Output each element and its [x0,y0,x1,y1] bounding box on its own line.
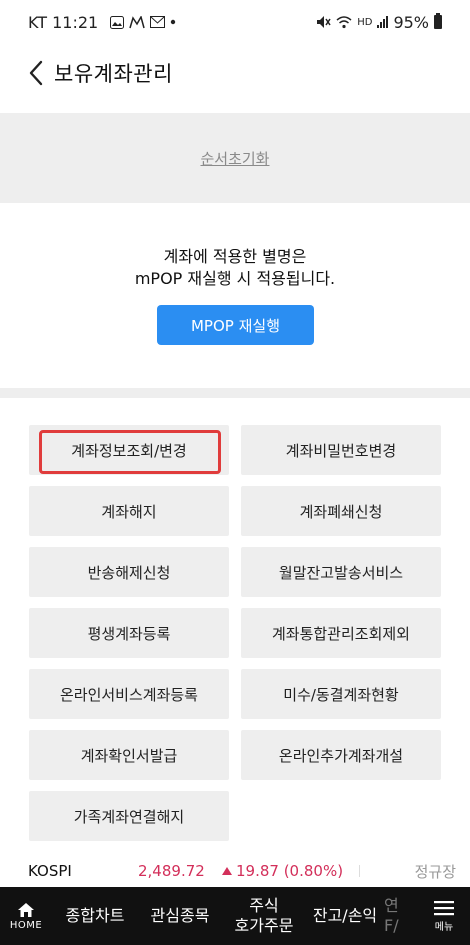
ticker-divider [359,865,361,877]
menu-account-closure-request[interactable]: 계좌폐쇄신청 [241,486,441,536]
mpop-restart-button[interactable]: MPOP 재실행 [157,305,314,345]
menu-account-info-change[interactable]: 계좌정보조회/변경 [29,425,229,475]
menu-integrated-lookup-exclusion[interactable]: 계좌통합관리조회제외 [241,608,441,658]
back-arrow-icon[interactable] [24,58,48,88]
menu-account-certificate-issue[interactable]: 계좌확인서발급 [29,730,229,780]
menu-account-password-change[interactable]: 계좌비밀번호변경 [241,425,441,475]
nav-stock-order[interactable]: 주식 호가주문 [222,896,306,936]
reset-order-link[interactable]: 순서초기화 [200,148,269,169]
notice-line-1: 계좌에 적용한 별명은 [163,247,307,266]
mail-icon [150,16,166,28]
up-arrow-icon [222,867,232,875]
wifi-icon [336,15,352,28]
section-divider [0,388,470,398]
nav-comprehensive-chart[interactable]: 종합차트 [52,906,138,926]
battery-percent: 95% [393,12,429,32]
nav-menu[interactable]: 메뉴 [418,900,470,933]
market-session-status: 정규장 [414,862,456,881]
gallery-icon [110,15,125,29]
menu-monthly-balance-mailing[interactable]: 월말잔고발송서비스 [241,547,441,597]
signal-icon [377,16,389,28]
menu-online-service-account-register[interactable]: 온라인서비스계좌등록 [29,669,229,719]
restart-notice: 계좌에 적용한 별명은 mPOP 재실행 시 적용됩니다. [0,246,470,290]
nav-overflow-item[interactable]: 연 F/ [384,896,418,936]
notice-line-2: mPOP 재실행 시 적용됩니다. [134,269,336,288]
app-header: 보유계좌관리 [0,44,470,102]
menu-return-release-request[interactable]: 반송해제신청 [29,547,229,597]
menu-family-account-unlink[interactable]: 가족계좌연결해지 [29,791,229,841]
ticker-index-value: 2,489.72 [138,862,205,880]
menu-lifetime-account-register[interactable]: 평생계좌등록 [29,608,229,658]
ticker-change-value: 19.87 (0.80%) [236,862,344,880]
menu-account-termination[interactable]: 계좌해지 [29,486,229,536]
mute-icon [317,16,331,28]
status-time: KT 11:21 [28,12,99,32]
battery-icon [434,13,442,29]
menu-unpaid-frozen-status[interactable]: 미수/동결계좌현황 [241,669,441,719]
account-menu-grid: 계좌정보조회/변경 계좌비밀번호변경 계좌해지 계좌폐쇄신청 반송해제신청 월말… [29,425,441,841]
status-bar: KT 11:21 HD 95% [0,0,470,44]
app-notification-icon [129,15,145,28]
nav-watchlist[interactable]: 관심종목 [138,906,222,926]
dot-icon [171,19,176,25]
menu-online-additional-account-open[interactable]: 온라인추가계좌개설 [241,730,441,780]
market-ticker[interactable]: KOSPI 2,489.72 19.87 (0.80%) 정규장 [0,855,470,887]
hamburger-menu-icon [434,900,454,915]
network-type-label: HD [357,16,373,28]
nav-home[interactable]: HOME [0,902,52,931]
nav-balance-pnl[interactable]: 잔고/손익 [306,906,384,926]
reset-section: 순서초기화 [0,113,470,203]
bottom-navigation: HOME 종합차트 관심종목 주식 호가주문 잔고/손익 연 F/ 메뉴 [0,887,470,945]
nav-menu-label: 메뉴 [434,921,454,933]
ticker-index-name: KOSPI [28,862,72,880]
nav-home-label: HOME [9,919,43,931]
page-title: 보유계좌관리 [54,62,173,86]
home-icon [18,902,34,917]
